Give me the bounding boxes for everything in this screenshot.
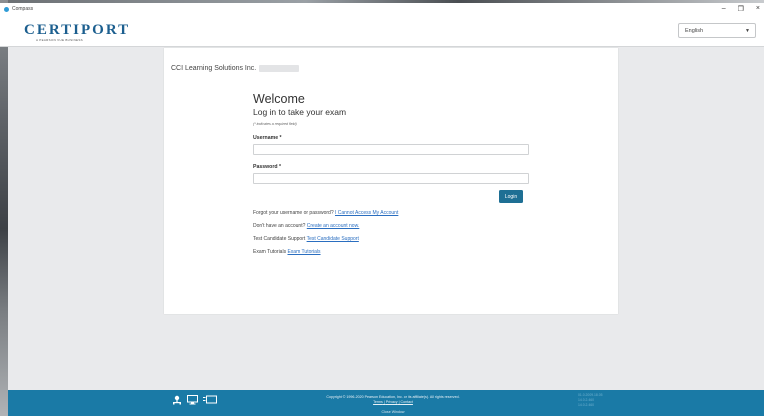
candidate-support-link[interactable]: Test Candidate Support [307, 236, 359, 242]
version-line: 14.0.2.460 [578, 403, 595, 407]
monitor-icon[interactable] [187, 395, 198, 407]
exam-tutorials-line: Exam Tutorials Exam Tutorials [253, 249, 529, 256]
desktop-background-left [0, 0, 8, 416]
close-button[interactable]: × [756, 5, 760, 13]
password-input[interactable] [253, 173, 529, 184]
footer-copyright-block: Copyright © 1996-2020 Pearson Education,… [288, 395, 498, 405]
create-account-text: Don't have an account? [253, 223, 306, 229]
footer-links: Terms | Privacy | Contact [373, 400, 413, 404]
logo-text: CERTIPORT [24, 22, 131, 38]
create-account-link[interactable]: Create an account now. [307, 223, 360, 229]
organization-name: CCI Learning Solutions Inc. [171, 65, 257, 72]
welcome-heading: Welcome [253, 92, 305, 106]
redacted-text [259, 65, 300, 72]
app-icon [4, 6, 9, 12]
network-icon[interactable] [172, 395, 182, 407]
candidate-support-text: Test Candidate Support [253, 236, 306, 242]
username-input[interactable] [253, 144, 529, 155]
forgot-credentials-text: Forgot your username or password? [253, 210, 334, 216]
login-row: Login [253, 190, 529, 206]
login-card: CCI Learning Solutions Inc. Welcome Log … [164, 48, 618, 314]
create-account-line: Don't have an account? Create an account… [253, 223, 529, 230]
required-note: (* indicates a required field) [253, 122, 297, 126]
minimize-button[interactable]: – [722, 5, 726, 13]
login-form: Welcome Log in to take your exam (* indi… [253, 92, 529, 256]
certiport-logo: CERTIPORT A PEARSON VUE BUSINESS [24, 22, 131, 43]
login-subtitle: Log in to take your exam [253, 107, 347, 117]
contact-link[interactable]: Contact [401, 400, 413, 404]
display-icon[interactable] [203, 395, 217, 407]
language-select[interactable]: English ▼ [678, 23, 756, 38]
password-label: Password * [253, 164, 281, 170]
restore-button[interactable]: ❐ [738, 5, 744, 13]
window-titlebar: Compass – ❐ × [0, 3, 764, 15]
logo-subtext: A PEARSON VUE BUSINESS [36, 38, 83, 42]
cannot-access-account-link[interactable]: I Cannot Access My Account [335, 210, 398, 216]
dropdown-arrow-icon: ▼ [745, 28, 750, 34]
window-title: Compass [12, 6, 34, 12]
candidate-support-line: Test Candidate Support Test Candidate Su… [253, 236, 529, 243]
forgot-credentials-line: Forgot your username or password? I Cann… [253, 210, 529, 217]
exam-tutorials-link[interactable]: Exam Tutorials [287, 249, 320, 255]
exam-tutorials-text: Exam Tutorials [253, 249, 287, 255]
app-header: CERTIPORT A PEARSON VUE BUSINESS English… [0, 15, 764, 47]
privacy-link[interactable]: Privacy [386, 400, 398, 404]
language-value: English [685, 27, 704, 34]
version-info: 01.0.2009.18.05 14.0.2.460 14.0.2.460 [578, 393, 603, 408]
app-footer: Copyright © 1996-2020 Pearson Education,… [8, 390, 764, 416]
login-button[interactable]: Login [499, 190, 523, 203]
window-controls: – ❐ × [722, 5, 760, 13]
close-window-link[interactable]: Close Window [358, 410, 428, 414]
username-label: Username * [253, 135, 282, 141]
footer-icons [172, 395, 217, 407]
terms-link[interactable]: Terms [373, 400, 383, 404]
organization-line: CCI Learning Solutions Inc. [171, 65, 300, 72]
